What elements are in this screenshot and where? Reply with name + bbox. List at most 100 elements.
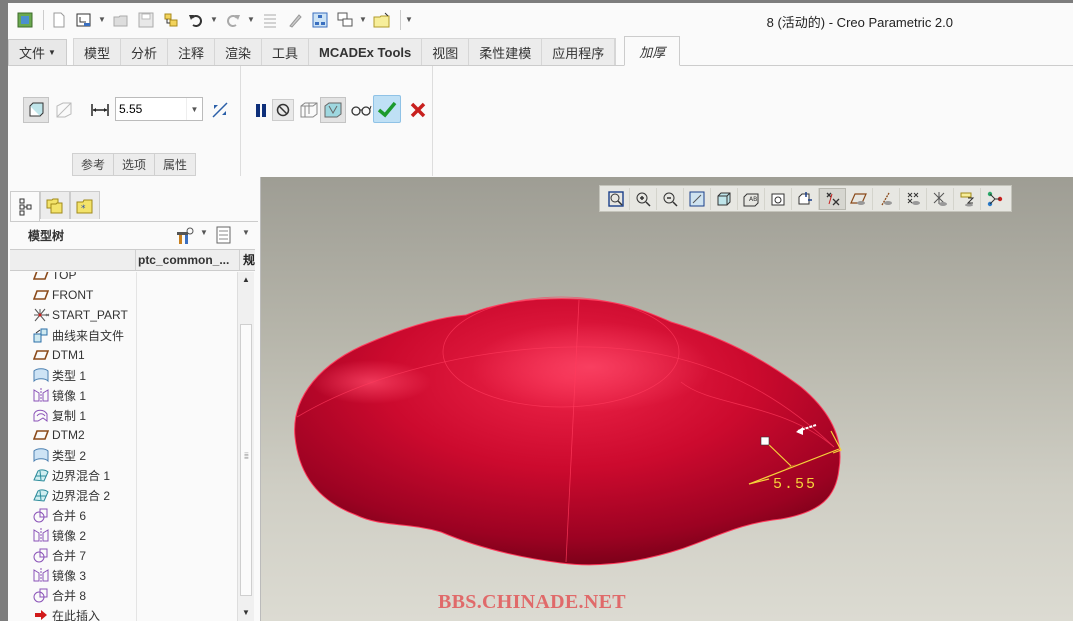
separator <box>400 9 401 30</box>
drag-handle[interactable] <box>760 436 770 446</box>
mirror-icon <box>32 527 50 543</box>
model-tree-item-label: 镜像 3 <box>52 568 87 583</box>
thickness-dimension-label[interactable]: 5.55 <box>773 476 817 493</box>
scroll-down-icon[interactable]: ▼ <box>238 605 254 621</box>
glasses-preview-icon[interactable] <box>348 97 374 123</box>
model-tree-item-label: 边界混合 1 <box>52 468 111 483</box>
model-tree-item[interactable]: 边界混合 1 <box>32 465 110 485</box>
model-tree-item-label: 曲线来自文件 <box>52 328 125 343</box>
regenerate-icon[interactable] <box>160 9 182 31</box>
model-tree-item-label: DTM2 <box>52 428 85 442</box>
mirror-icon <box>32 387 50 403</box>
model-tree-item[interactable]: 曲线来自文件 <box>32 325 124 345</box>
tab-model[interactable]: 模型 <box>73 39 121 65</box>
model-tree-tab[interactable] <box>10 191 40 221</box>
model-tree-item[interactable]: 类型 1 <box>32 365 86 385</box>
preview-geometry-button[interactable] <box>296 97 322 123</box>
model-tree-item[interactable]: TOP <box>32 272 76 285</box>
subtab-properties[interactable]: 属性 <box>154 153 197 176</box>
folder-browser-icon <box>46 198 63 213</box>
open-window-icon[interactable] <box>73 9 95 31</box>
model-tree-item[interactable]: 复制 1 <box>32 405 86 425</box>
model-tree-item[interactable]: 合并 6 <box>32 505 86 525</box>
window-switch-icon[interactable] <box>334 9 356 31</box>
creo-window: ▼ ▼ ▼ ▼ ▼ 8 (活动的) - Creo Parametric 2.0 … <box>8 3 1073 621</box>
model-tree-item-label: 类型 1 <box>52 368 87 383</box>
model-tree-item-label: 镜像 2 <box>52 528 87 543</box>
model-tree-item[interactable]: 镜像 2 <box>32 525 86 545</box>
open-folder-icon[interactable] <box>110 9 132 31</box>
subtab-options[interactable]: 选项 <box>113 153 155 176</box>
column-header-ptc-common[interactable]: ptc_common_... <box>136 250 240 270</box>
new-file-icon[interactable] <box>48 9 70 31</box>
thickness-input[interactable]: ▼ <box>115 97 203 121</box>
tab-thicken[interactable]: 加厚 <box>624 36 681 66</box>
style-surface-icon <box>32 367 50 383</box>
remove-material-button[interactable] <box>51 97 77 123</box>
column-header-rule[interactable]: 规 <box>240 250 255 270</box>
model-tree-item[interactable]: DTM2 <box>32 425 85 445</box>
creo-app-icon[interactable] <box>14 9 36 31</box>
model-tree-icon[interactable] <box>309 9 331 31</box>
tab-mcadex-tools[interactable]: MCADEx Tools <box>309 39 423 65</box>
curve-from-file-icon <box>32 327 50 343</box>
chevron-down-icon[interactable]: ▼ <box>247 15 255 24</box>
boundary-blend-icon <box>32 487 50 503</box>
tab-tools[interactable]: 工具 <box>262 39 310 65</box>
flip-direction-button[interactable] <box>207 97 233 123</box>
tab-flexible-modeling[interactable]: 柔性建模 <box>469 39 543 65</box>
pause-button[interactable] <box>248 97 274 123</box>
model-tree-item[interactable]: DTM1 <box>32 345 85 365</box>
model-view: 5.55 <box>294 296 842 566</box>
chevron-down-icon[interactable]: ▼ <box>359 15 367 24</box>
folder-browser-tab[interactable] <box>40 191 70 219</box>
cancel-button[interactable] <box>405 97 431 123</box>
ok-button[interactable] <box>373 95 401 123</box>
mirror-icon <box>32 567 50 583</box>
model-tree-item[interactable]: 镜像 1 <box>32 385 86 405</box>
tab-render[interactable]: 渲染 <box>214 39 262 65</box>
favorites-tab[interactable]: * <box>70 191 100 219</box>
model-tree-scrollbar[interactable]: ▲ ≡ ≡ ▼ <box>237 272 254 621</box>
tab-view[interactable]: 视图 <box>422 39 470 65</box>
verify-mode-button[interactable] <box>320 97 346 123</box>
settings-tools-icon[interactable] <box>174 227 194 245</box>
tab-annotate[interactable]: 注释 <box>167 39 215 65</box>
scroll-up-icon[interactable]: ▲ <box>238 272 254 288</box>
undo-icon[interactable] <box>185 9 207 31</box>
graphics-window[interactable]: AB 5.55 BBS.CHINADE.NET <box>261 177 1073 621</box>
tab-file[interactable]: 文件 ▼ <box>8 39 67 65</box>
tab-applications[interactable]: 应用程序 <box>542 39 616 65</box>
subtab-references[interactable]: 参考 <box>72 153 114 176</box>
tab-analysis[interactable]: 分析 <box>120 39 168 65</box>
model-tree-item[interactable]: START_PART <box>32 305 128 325</box>
model-tree-item[interactable]: 镜像 3 <box>32 565 86 585</box>
save-icon[interactable] <box>135 9 157 31</box>
chevron-down-icon[interactable]: ▼ <box>98 15 106 24</box>
close-folder-icon[interactable] <box>371 9 393 31</box>
model-tree-item[interactable]: 合并 7 <box>32 545 86 565</box>
thickness-value-field[interactable] <box>116 99 186 119</box>
column-header-name[interactable] <box>10 250 136 270</box>
solid-thicken-button[interactable] <box>23 97 49 123</box>
chevron-down-icon[interactable]: ▼ <box>210 15 218 24</box>
model-tree-item[interactable]: 合并 8 <box>32 585 86 605</box>
model-tree-icon <box>19 198 32 215</box>
scroll-thumb[interactable]: ≡ ≡ <box>240 324 252 596</box>
no-preview-button[interactable] <box>272 99 294 121</box>
paint-icon[interactable] <box>284 9 306 31</box>
chevron-down-icon[interactable]: ▼ <box>186 98 202 120</box>
model-tree-item[interactable]: FRONT <box>32 285 93 305</box>
column-divider <box>136 272 137 621</box>
thickness-dimension-icon <box>87 97 113 123</box>
list-icon[interactable] <box>259 9 281 31</box>
redo-icon[interactable] <box>222 9 244 31</box>
model-tree-item[interactable]: 类型 2 <box>32 445 86 465</box>
model-tree-item[interactable]: 边界混合 2 <box>32 485 110 505</box>
chevron-down-icon[interactable]: ▼ <box>200 228 208 237</box>
dashboard-control-group <box>242 66 433 176</box>
customize-icon[interactable]: ▼ <box>405 15 413 24</box>
model-tree-item[interactable]: 在此插入 <box>32 605 100 621</box>
chevron-down-icon[interactable]: ▼ <box>242 228 250 237</box>
show-list-icon[interactable] <box>216 226 232 244</box>
